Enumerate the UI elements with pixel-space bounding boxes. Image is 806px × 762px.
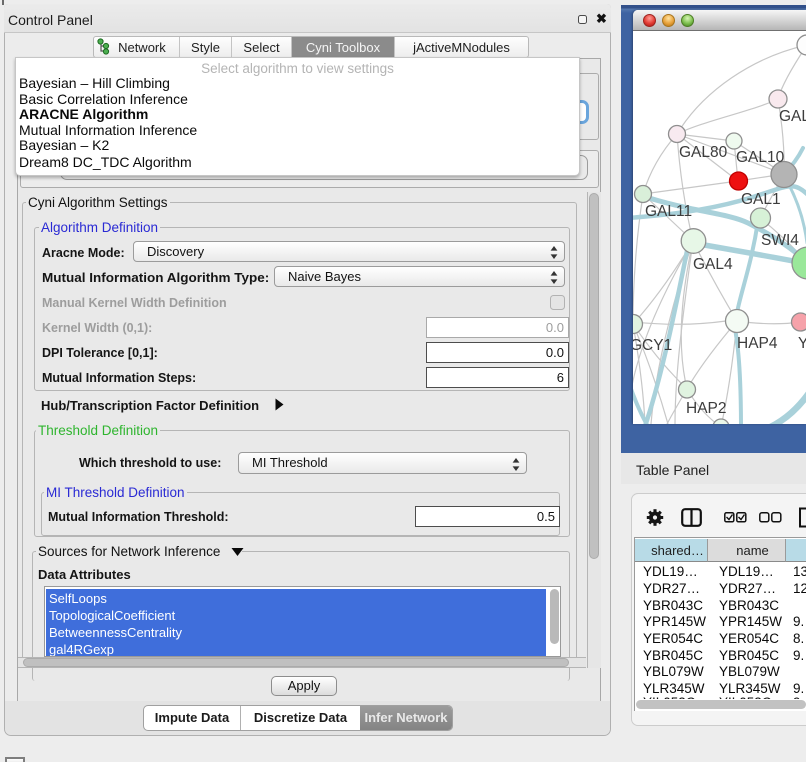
svg-text:SWI4: SWI4 (761, 232, 799, 249)
svg-text:GAL80: GAL80 (679, 144, 728, 161)
svg-text:GAL1: GAL1 (741, 191, 781, 208)
svg-text:GAL: GAL (779, 108, 806, 125)
svg-text:GAL10: GAL10 (736, 149, 785, 166)
svg-text:Y: Y (798, 335, 806, 352)
svg-text:GCY1: GCY1 (633, 337, 672, 354)
svg-text:HAP4: HAP4 (737, 335, 778, 352)
svg-text:GAL4: GAL4 (693, 256, 733, 273)
svg-text:GAL11: GAL11 (645, 203, 692, 220)
svg-text:HAP2: HAP2 (686, 400, 727, 417)
